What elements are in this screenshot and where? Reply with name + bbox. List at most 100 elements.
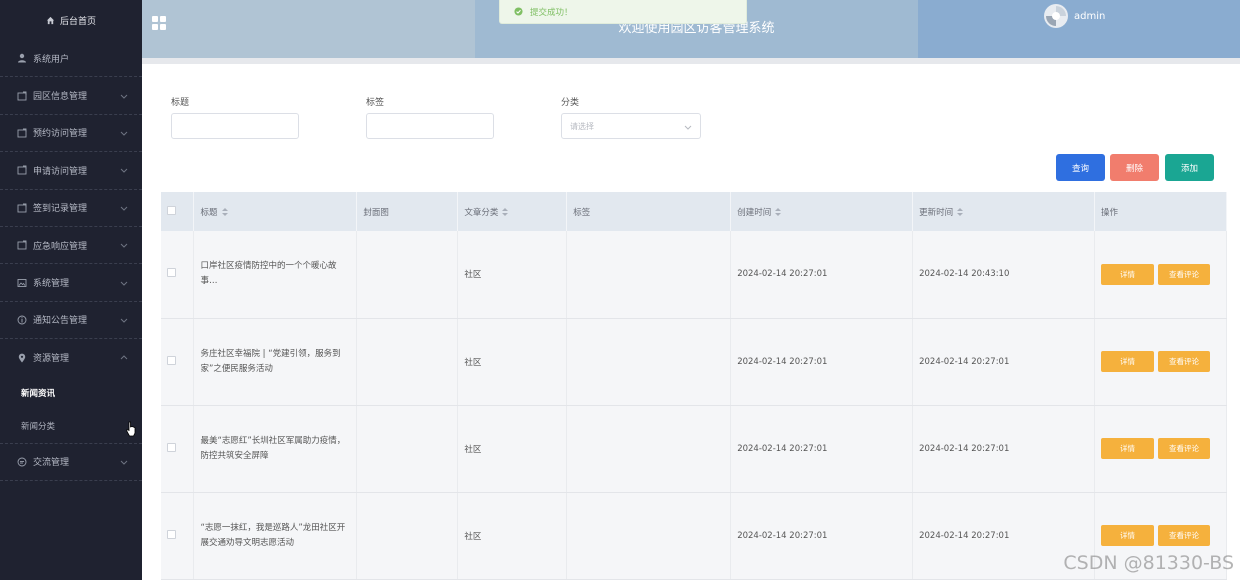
- table-row: 最美“志愿红”长圳社区军属助力疫情，防控共筑安全屏障 社区 2024-02-14…: [161, 405, 1227, 493]
- sort-icon: [775, 208, 782, 216]
- username: admin: [1074, 10, 1106, 22]
- row-title: 务庄社区幸福院 | “党建引领，服务到家”之便民服务活动: [193, 318, 358, 406]
- view-comments-button[interactable]: 查看评论: [1158, 263, 1210, 285]
- sidebar-item-park-info[interactable]: 园区信息管理: [0, 77, 142, 115]
- sidebar-item-communication[interactable]: 交流管理: [0, 444, 142, 481]
- row-checkbox[interactable]: [167, 268, 176, 278]
- sidebar-item-label: 资源管理: [33, 354, 70, 365]
- main-content: 标题 标签 分类 请选择 查询 删除 添加 标题 封面图 文章分类 标签 创建时…: [148, 64, 1240, 580]
- sort-icon: [957, 208, 964, 216]
- view-comments-button[interactable]: 查看评论: [1158, 525, 1210, 546]
- toast-message: 提交成功！: [530, 7, 573, 18]
- detail-button[interactable]: 详情: [1101, 438, 1154, 459]
- row-created: 2024-02-14 20:27:01: [730, 231, 914, 319]
- sidebar-item-system-users[interactable]: 系统用户: [0, 40, 142, 78]
- title-filter-label: 标题: [171, 98, 190, 108]
- row-select-cell: [161, 231, 195, 319]
- home-icon: [46, 16, 55, 24]
- chevron-down-icon: [120, 281, 128, 286]
- column-header-actions: 操作: [1094, 192, 1227, 231]
- chevron-down-icon: [120, 131, 128, 136]
- sidebar-item-resources[interactable]: 资源管理: [0, 339, 142, 376]
- row-updated: 2024-02-14 20:27:01: [912, 405, 1095, 493]
- sidebar-subitem-news[interactable]: 新闻资讯: [0, 377, 142, 410]
- sidebar-item-label: 签到记录管理: [33, 204, 88, 215]
- sidebar-subitem-news-category[interactable]: 新闻分类: [0, 410, 142, 443]
- sidebar-home[interactable]: 后台首页: [0, 0, 142, 40]
- row-created: 2024-02-14 20:27:01: [730, 405, 914, 493]
- add-button[interactable]: 添加: [1165, 154, 1214, 181]
- sidebar-item-system-admin[interactable]: 系统管理: [0, 264, 142, 302]
- top-header: 欢迎使用园区访客管理系统 admin 提交成功！: [142, 0, 1240, 58]
- info-icon: [17, 315, 27, 325]
- title-filter-input[interactable]: [171, 113, 299, 139]
- folder-icon: [17, 165, 27, 175]
- folder-icon: [17, 203, 27, 213]
- row-updated: 2024-02-14 20:27:01: [912, 318, 1095, 406]
- row-tag: [566, 231, 732, 319]
- row-category: 社区: [457, 405, 568, 493]
- table-row: 口岸社区疫情防控中的一个个暖心故事… 社区 2024-02-14 20:27:0…: [161, 231, 1227, 319]
- row-tag: [566, 492, 732, 580]
- grid-menu-icon[interactable]: [152, 16, 166, 30]
- folder-icon: [17, 128, 27, 138]
- view-comments-button[interactable]: 查看评论: [1158, 351, 1210, 372]
- view-comments-button[interactable]: 查看评论: [1158, 438, 1210, 459]
- detail-button[interactable]: 详情: [1101, 351, 1154, 372]
- row-created: 2024-02-14 20:27:01: [730, 492, 914, 580]
- chevron-down-icon: [120, 318, 128, 323]
- column-header-category[interactable]: 文章分类: [457, 192, 568, 231]
- row-tag: [566, 318, 732, 406]
- watermark: CSDN @81330-BS: [1063, 552, 1234, 574]
- row-checkbox[interactable]: [167, 355, 176, 365]
- column-header-created[interactable]: 创建时间: [730, 192, 914, 231]
- sidebar-item-label: 系统用户: [33, 54, 70, 65]
- chevron-down-icon: [120, 206, 128, 211]
- row-actions: 详情 查看评论: [1094, 318, 1227, 406]
- category-select[interactable]: 请选择: [561, 113, 701, 139]
- row-select-cell: [161, 405, 195, 493]
- chevron-down-icon: [120, 169, 128, 174]
- detail-button[interactable]: 详情: [1101, 525, 1154, 546]
- row-tag: [566, 405, 732, 493]
- sidebar-submenu: 新闻资讯 新闻分类: [0, 377, 142, 444]
- chat-icon: [17, 457, 27, 467]
- news-table: 标题 封面图 文章分类 标签 创建时间 更新时间 操作 口岸社区疫情防控中的一个…: [161, 192, 1227, 580]
- chevron-up-icon: [120, 355, 128, 360]
- sidebar-item-label: 应急响应管理: [33, 241, 88, 252]
- chevron-down-icon: [120, 94, 128, 99]
- row-title: 口岸社区疫情防控中的一个个暖心故事…: [193, 231, 358, 319]
- column-header-updated[interactable]: 更新时间: [912, 192, 1095, 231]
- category-filter-label: 分类: [561, 98, 580, 108]
- detail-button[interactable]: 详情: [1101, 263, 1154, 285]
- success-check-icon: [514, 7, 523, 16]
- tag-filter-input[interactable]: [366, 113, 494, 139]
- select-all-checkbox[interactable]: [167, 205, 176, 215]
- sidebar-item-label: 预约访问管理: [33, 129, 88, 140]
- column-header-tag: 标签: [566, 192, 732, 231]
- row-checkbox[interactable]: [167, 442, 176, 452]
- sidebar-item-checkin[interactable]: 签到记录管理: [0, 190, 142, 227]
- avatar: [1044, 4, 1068, 28]
- column-header-title[interactable]: 标题: [193, 192, 358, 231]
- row-cover: [356, 231, 459, 319]
- delete-button[interactable]: 删除: [1110, 154, 1159, 181]
- search-button[interactable]: 查询: [1056, 154, 1105, 181]
- category-select-placeholder: 请选择: [570, 121, 594, 131]
- sidebar-item-appointment[interactable]: 预约访问管理: [0, 115, 142, 153]
- table-header-row: 标题 封面图 文章分类 标签 创建时间 更新时间 操作: [161, 192, 1227, 231]
- sidebar-item-emergency[interactable]: 应急响应管理: [0, 227, 142, 265]
- success-toast: 提交成功！: [499, 0, 747, 24]
- sidebar-item-label: 通知公告管理: [33, 316, 88, 327]
- row-updated: 2024-02-14 20:43:10: [912, 231, 1095, 319]
- row-category: 社区: [457, 318, 568, 406]
- sidebar-item-application[interactable]: 申请访问管理: [0, 152, 142, 190]
- sort-icon: [221, 208, 228, 216]
- row-created: 2024-02-14 20:27:01: [730, 318, 914, 406]
- tag-filter-label: 标签: [366, 98, 385, 108]
- row-title: 最美“志愿红”长圳社区军属助力疫情，防控共筑安全屏障: [193, 405, 358, 493]
- chevron-down-icon: [120, 460, 128, 465]
- user-menu[interactable]: admin: [1044, 4, 1105, 28]
- sidebar-item-notice[interactable]: 通知公告管理: [0, 302, 142, 340]
- row-checkbox[interactable]: [167, 529, 176, 539]
